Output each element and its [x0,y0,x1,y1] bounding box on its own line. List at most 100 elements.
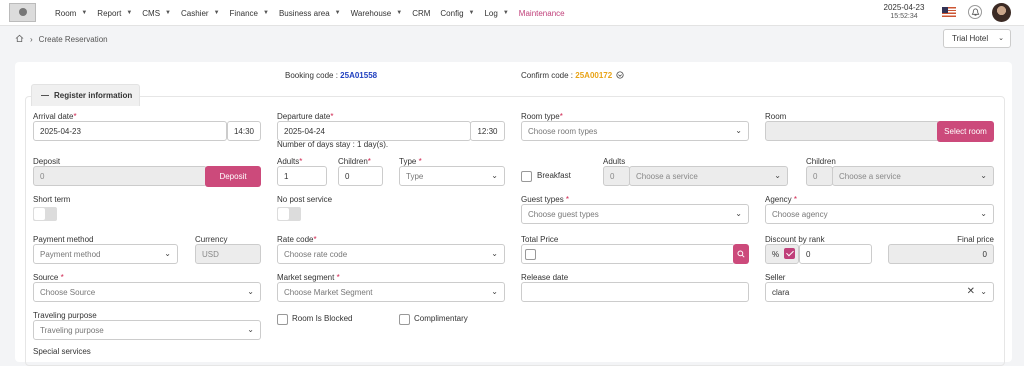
room-blocked-label: Room Is Blocked [292,314,353,323]
room-type-select[interactable]: Choose room types ⌄ [521,121,749,141]
hotel-logo[interactable] [9,3,36,22]
complimentary-checkbox[interactable] [399,314,410,325]
bell-icon[interactable] [968,5,982,19]
traveling-purpose-select[interactable]: Traveling purpose ⌄ [33,320,261,340]
source-select[interactable]: Choose Source ⌄ [33,282,261,302]
breakfast-children-value: 0 [813,171,818,181]
children-input[interactable]: 0 [338,166,383,186]
chevron-circle-icon[interactable] [616,71,624,80]
final-price-value: 0 [982,249,987,259]
breakfast-adults-input: 0 [603,166,630,186]
hotel-select[interactable]: Trial Hotel ⌄ [943,29,1011,48]
us-flag-icon[interactable] [942,7,956,17]
confirm-code-label: Confirm code : [521,71,574,80]
guest-types-placeholder: Choose guest types [528,209,599,219]
payment-method-select[interactable]: Payment method ⌄ [33,244,178,264]
hotel-select-value: Trial Hotel [952,34,989,43]
payment-method-value: Payment method [40,249,101,259]
breakfast-children-service: Choose a service ⌄ [832,166,994,186]
chevron-down-icon: ▼ [165,10,171,16]
menu-finance[interactable]: Finance ▼ [230,9,269,18]
adults-input[interactable]: 1 [277,166,327,186]
menu-business-area[interactable]: Business area ▼ [279,9,341,18]
menu-config[interactable]: Config ▼ [440,9,474,18]
menu-label: Log [484,8,498,18]
search-price-button[interactable] [733,244,749,264]
menu-crm[interactable]: CRM [412,9,430,18]
user-avatar[interactable] [992,3,1011,22]
discount-input[interactable]: 0 [799,244,872,264]
breakfast-checkbox[interactable] [521,171,532,182]
seller-value: clara [772,287,790,297]
chevron-down-icon: ⌄ [164,249,171,258]
discount-label: Discount by rank [765,235,825,244]
no-post-service-label: No post service [277,195,333,204]
currency-label: Currency [195,235,228,244]
chevron-down-icon: ⌄ [735,126,742,135]
chevron-down-icon: ⌄ [980,171,987,180]
children-text: Children [338,157,368,166]
type-text: Type [399,157,417,166]
home-icon[interactable] [15,34,24,45]
menu-room[interactable]: Room ▼ [55,9,87,18]
type-select[interactable]: Type ⌄ [399,166,505,186]
select-room-label: Select room [944,127,987,136]
booking-code-value: 25A01558 [340,71,378,80]
menu-label: Maintenance [518,8,565,18]
departure-date-label: Departure date* [277,112,334,121]
datetime-display: 2025-04-23 15:52:34 [873,3,935,21]
menu-label: Report [97,8,122,18]
menu-label: Warehouse [350,8,392,18]
departure-time-input[interactable]: 12:30 [470,121,505,141]
breakfast-adults-value: 0 [610,171,615,181]
guest-types-label: Guest types * [521,195,570,204]
market-segment-select[interactable]: Choose Market Segment ⌄ [277,282,505,302]
departure-date-input[interactable]: 2025-04-24 [277,121,471,141]
room-blocked-checkbox[interactable] [277,314,288,325]
guest-types-select[interactable]: Choose guest types ⌄ [521,204,749,224]
menu-report[interactable]: Report ▼ [97,9,132,18]
rate-code-text: Rate code [277,235,314,244]
menu-label: CRM [412,8,431,18]
menu-label: Config [440,8,464,18]
chevron-down-icon: ⌄ [980,209,987,218]
rate-code-label: Rate code* [277,235,317,244]
deposit-value: 0 [40,171,45,181]
menu-cms[interactable]: CMS ▼ [142,9,171,18]
menu-maintenance[interactable]: Maintenance [519,9,565,18]
arrival-date-text: Arrival date [33,112,74,121]
register-info-tab[interactable]: — Register information [31,84,140,106]
type-placeholder: Type [406,171,424,181]
discount-checkbox[interactable] [784,248,795,259]
short-term-toggle[interactable] [33,207,57,221]
menu-warehouse[interactable]: Warehouse ▼ [351,9,403,18]
menu-log[interactable]: Log ▼ [484,9,508,18]
arrival-date-label: Arrival date* [33,112,77,121]
select-room-button[interactable]: Select room [937,121,994,142]
short-term-label: Short term [33,195,71,204]
source-placeholder: Choose Source [40,287,96,297]
clear-icon[interactable]: ✕ [967,286,975,297]
confirm-code: Confirm code : 25A00172 [521,71,624,80]
menu-label: Cashier [181,8,209,18]
deposit-button[interactable]: Deposit [205,166,261,187]
release-date-input[interactable] [521,282,749,302]
chevron-down-icon: ▼ [502,10,509,16]
arrival-time-input[interactable]: 14:30 [227,121,261,141]
current-date: 2025-04-23 [883,3,925,12]
arrival-date-input[interactable]: 2025-04-23 [33,121,227,141]
menu-cashier[interactable]: Cashier ▼ [181,9,220,18]
agency-select[interactable]: Choose agency ⌄ [765,204,994,224]
seller-select[interactable]: clara ✕ ⌄ [765,282,994,302]
no-post-service-toggle[interactable] [277,207,301,221]
adults-label: Adults* [277,157,303,166]
market-segment-text: Market segment [277,273,335,282]
deposit-button-label: Deposit [219,172,247,181]
room-type-label: Room type* [521,112,563,121]
total-price-checkbox[interactable] [525,249,536,260]
total-price-input[interactable] [521,244,735,264]
release-date-label: Release date [521,273,569,282]
chevron-down-icon: ▼ [468,10,475,16]
top-navbar: Room ▼ Report ▼ CMS ▼ Cashier ▼ Finance ▼ Bus… [0,0,1024,26]
rate-code-select[interactable]: Choose rate code ⌄ [277,244,505,264]
